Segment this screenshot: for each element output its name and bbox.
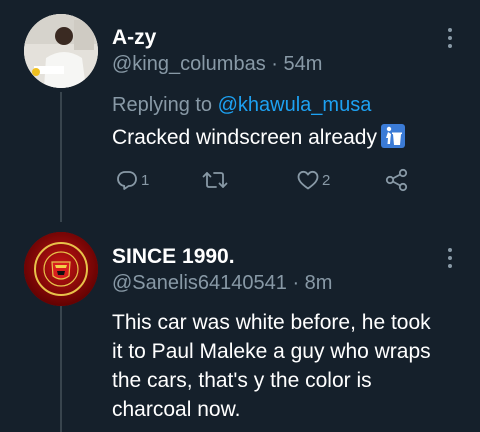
replying-prefix: Replying to [112, 94, 213, 116]
like-action[interactable]: 2 [296, 167, 330, 193]
share-action[interactable] [384, 167, 410, 193]
like-count: 2 [322, 171, 331, 189]
tweet-text-line: charcoal now. [112, 398, 241, 421]
tweet-text-line: This car was white before, he took [112, 311, 431, 334]
tweet-text-line: it to Paul Maleke a guy who wraps [112, 340, 431, 363]
reply-action[interactable]: 1 [115, 167, 149, 193]
author-handle[interactable]: @king_columbas [112, 53, 266, 75]
separator-dot: · [286, 272, 305, 294]
tweet-text-line: the cars, that's y the color is [112, 369, 372, 392]
author-meta: @Sanelis64140541 · 8m [112, 272, 332, 295]
tweet-time[interactable]: 8m [305, 272, 333, 294]
author-handle[interactable]: @Sanelis64140541 [112, 272, 287, 294]
heart-icon [297, 170, 319, 190]
avatar-photo [24, 14, 98, 88]
tweet-text-content: Cracked windscreen already [112, 126, 377, 149]
manchester-united-crest-icon [24, 232, 98, 306]
replying-to: Replying to @khawula_musa [112, 94, 371, 117]
more-options-icon[interactable] [446, 28, 454, 52]
author-name[interactable]: SINCE 1990. [112, 245, 235, 269]
reply-icon [117, 171, 137, 190]
replying-to-mention[interactable]: @khawula_musa [218, 94, 372, 116]
tweet-time[interactable]: 54m [284, 53, 323, 75]
share-icon [385, 168, 408, 192]
author-meta: @king_columbas · 54m [112, 53, 322, 76]
retweet-icon [202, 172, 228, 188]
separator-dot: · [265, 53, 284, 75]
more-options-icon[interactable] [446, 248, 454, 272]
tweet-text: This car was white before, he took it to… [112, 308, 472, 424]
tweet-2[interactable]: SINCE 1990. @Sanelis64140541 · 8m This c… [0, 220, 480, 432]
tweet-actions: 1 2 [112, 167, 432, 193]
put-litter-in-its-place-icon [380, 124, 405, 148]
retweet-action[interactable] [202, 167, 230, 193]
avatar[interactable] [24, 14, 98, 88]
avatar[interactable] [24, 232, 98, 306]
tweet-1[interactable]: A-zy @king_columbas · 54m Replying to @k… [0, 0, 480, 220]
reply-count: 1 [141, 171, 150, 189]
author-name[interactable]: A-zy [112, 26, 156, 50]
tweet-text: Cracked windscreen already [112, 123, 405, 152]
